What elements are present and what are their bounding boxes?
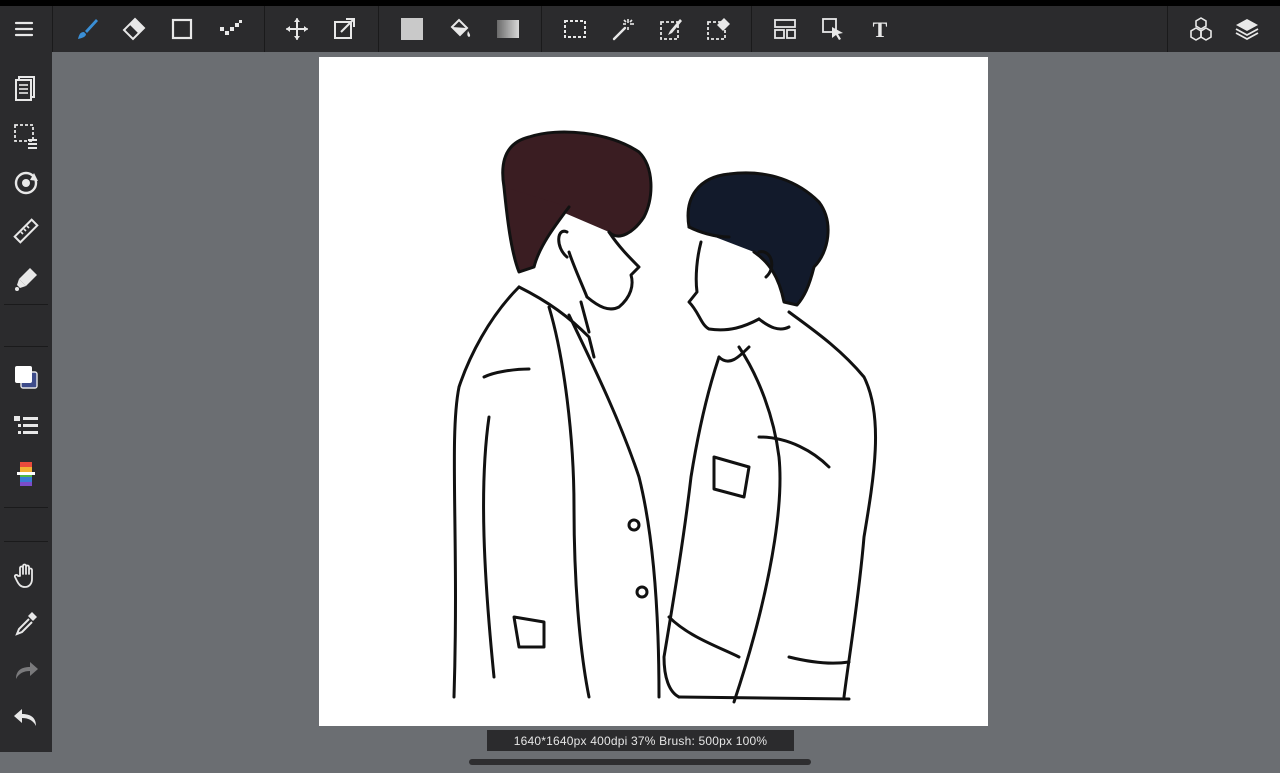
snap-icon[interactable]: [4, 259, 48, 299]
status-text: 1640*1640px 400dpi 37% Brush: 500px 100%: [513, 733, 768, 748]
bucket-icon[interactable]: [440, 6, 480, 52]
eyedropper-icon[interactable]: [4, 603, 48, 643]
frame-divider-icon[interactable]: [765, 6, 805, 52]
color-palette-icon[interactable]: [4, 454, 48, 494]
operation-icon[interactable]: [813, 6, 853, 52]
toolbar-divider: [751, 6, 752, 52]
redo-icon[interactable]: [4, 651, 48, 691]
home-indicator[interactable]: [469, 759, 811, 765]
toolbar-divider: [52, 6, 53, 52]
page-manager-icon[interactable]: [4, 68, 48, 108]
shape-rect-icon[interactable]: [162, 6, 202, 52]
select-rect-icon[interactable]: [555, 6, 595, 52]
eraser-icon[interactable]: [114, 6, 154, 52]
drawing-canvas[interactable]: [319, 57, 988, 726]
selection-icon[interactable]: [4, 116, 48, 156]
ruler-icon[interactable]: [4, 211, 48, 251]
top-toolbar: T: [0, 6, 1280, 52]
brush-icon[interactable]: [67, 6, 107, 52]
hand-icon[interactable]: [4, 555, 48, 595]
3d-material-icon[interactable]: [1181, 6, 1221, 52]
dot-pen-icon[interactable]: [210, 6, 250, 52]
status-bar: 1640*1640px 400dpi 37% Brush: 500px 100%: [487, 730, 794, 751]
select-eraser-icon[interactable]: [698, 6, 738, 52]
toolbar-divider: [264, 6, 265, 52]
menu-icon[interactable]: [4, 6, 44, 52]
undo-icon[interactable]: [4, 698, 48, 738]
gradient-icon[interactable]: [488, 6, 528, 52]
text-icon[interactable]: T: [860, 6, 900, 52]
line-art-illustration: [452, 130, 877, 704]
move-icon[interactable]: [277, 6, 317, 52]
color-swatch-icon[interactable]: [4, 357, 48, 397]
brush-list-icon[interactable]: [4, 406, 48, 446]
fill-color-icon[interactable]: [392, 6, 432, 52]
sidebar-divider: [4, 304, 48, 305]
layers-icon[interactable]: [1227, 6, 1267, 52]
svg-text:T: T: [873, 17, 888, 42]
sidebar-divider: [4, 346, 48, 347]
toolbar-divider: [378, 6, 379, 52]
select-pen-icon[interactable]: [651, 6, 691, 52]
sidebar-divider: [4, 507, 48, 508]
toolbar-divider: [541, 6, 542, 52]
sidebar-divider: [4, 541, 48, 542]
left-sidebar: [0, 52, 52, 752]
transform-icon[interactable]: [324, 6, 364, 52]
rotate-icon[interactable]: [4, 163, 48, 203]
toolbar-divider: [1167, 6, 1168, 52]
magic-wand-icon[interactable]: [603, 6, 643, 52]
